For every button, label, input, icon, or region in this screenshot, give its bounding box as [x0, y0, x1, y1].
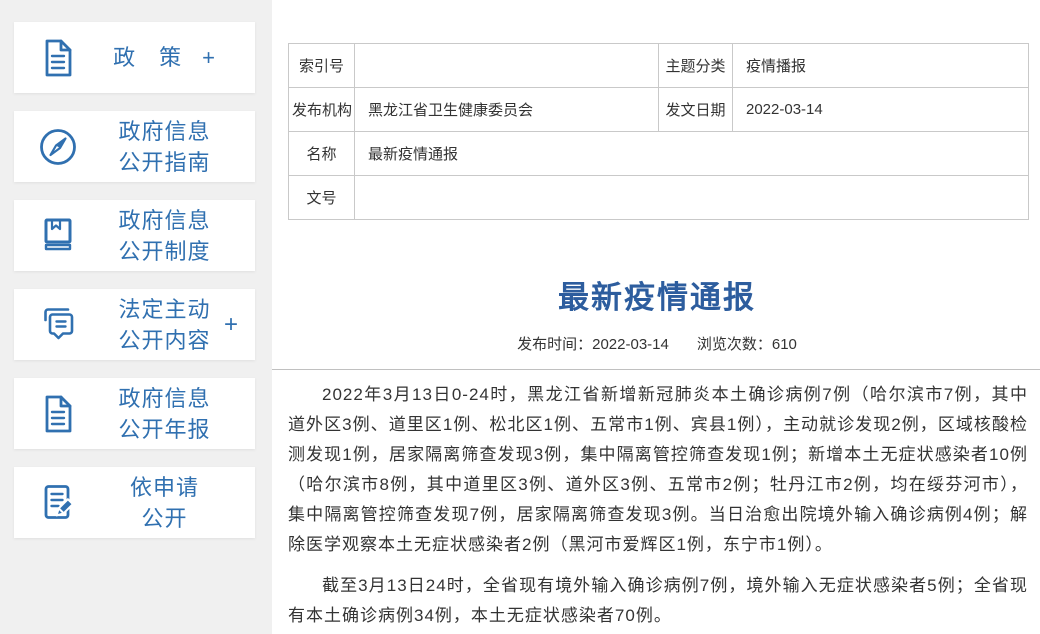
- article-meta: 发布时间：2022-03-14 浏览次数：610: [288, 333, 1026, 354]
- sidebar-item-statutory[interactable]: 法定主动 公开内容 +: [14, 289, 255, 360]
- document-pen-icon: [36, 481, 80, 525]
- topic-category-value: 疫情播报: [733, 44, 1029, 88]
- sidebar-item-annual-report[interactable]: 政府信息 公开年报: [14, 378, 255, 449]
- name-label: 名称: [289, 132, 355, 176]
- sidebar-item-system[interactable]: 政府信息 公开制度: [14, 200, 255, 271]
- sidebar-item-label: 政府信息 公开指南: [80, 116, 249, 178]
- chat-bubbles-icon: [36, 303, 80, 347]
- page-title: 最新疫情通报: [288, 280, 1026, 316]
- table-row: 名称 最新疫情通报: [289, 132, 1029, 176]
- index-number-value: [355, 44, 659, 88]
- name-value: 最新疫情通报: [355, 132, 1029, 176]
- doc-number-label: 文号: [289, 176, 355, 220]
- sidebar-item-text: 公开制度: [118, 236, 210, 267]
- table-row: 索引号 主题分类 疫情播报: [289, 44, 1029, 88]
- book-icon: [36, 214, 80, 258]
- document-icon: [36, 36, 80, 80]
- divider: [272, 369, 1040, 370]
- table-row: 发布机构 黑龙江省卫生健康委员会 发文日期 2022-03-14: [289, 88, 1029, 132]
- issue-date-label: 发文日期: [659, 88, 733, 132]
- sidebar: 政 策 + 政府信息 公开指南: [0, 0, 272, 634]
- publisher-value: 黑龙江省卫生健康委员会: [355, 88, 659, 132]
- sidebar-item-text: 公开内容: [118, 325, 210, 356]
- table-row: 文号: [289, 176, 1029, 220]
- sidebar-item-text: 公开年报: [118, 414, 210, 445]
- expand-plus-icon: +: [202, 42, 216, 73]
- sidebar-item-label: 政府信息 公开年报: [80, 383, 249, 445]
- publish-time-value: 2022-03-14: [592, 336, 669, 353]
- sidebar-item-text: 公开: [141, 503, 187, 534]
- sidebar-item-label: 依申请 公开: [80, 472, 249, 534]
- index-number-label: 索引号: [289, 44, 355, 88]
- topic-category-label: 主题分类: [659, 44, 733, 88]
- sidebar-item-policy[interactable]: 政 策 +: [14, 22, 255, 93]
- sidebar-item-guide[interactable]: 政府信息 公开指南: [14, 111, 255, 182]
- sidebar-item-label: 政府信息 公开制度: [80, 205, 249, 267]
- expand-plus-icon: +: [224, 311, 238, 339]
- page: 政 策 + 政府信息 公开指南: [0, 0, 1040, 634]
- document-icon: [36, 392, 80, 436]
- sidebar-item-text: 政 策: [113, 42, 182, 73]
- sidebar-item-label: 政 策 +: [80, 42, 249, 73]
- article-paragraph: 截至3月13日24时，全省现有境外输入确诊病例7例，境外输入无症状感染者5例；全…: [288, 571, 1028, 631]
- issue-date-value: 2022-03-14: [733, 88, 1029, 132]
- sidebar-item-text: 依申请: [130, 472, 199, 503]
- article-body: 2022年3月13日0-24时，黑龙江省新增新冠肺炎本土确诊病例7例（哈尔滨市7…: [288, 380, 1028, 631]
- info-table: 索引号 主题分类 疫情播报 发布机构 黑龙江省卫生健康委员会 发文日期 2022…: [288, 43, 1029, 220]
- sidebar-item-text: 法定主动: [118, 294, 210, 325]
- publish-time-label: 发布时间：: [517, 336, 592, 353]
- sidebar-item-apply-disclosure[interactable]: 依申请 公开: [14, 467, 255, 538]
- publisher-label: 发布机构: [289, 88, 355, 132]
- article-paragraph: 2022年3月13日0-24时，黑龙江省新增新冠肺炎本土确诊病例7例（哈尔滨市7…: [288, 380, 1028, 560]
- doc-number-value: [355, 176, 1029, 220]
- view-count-label: 浏览次数：: [697, 336, 772, 353]
- sidebar-item-text: 公开指南: [118, 147, 210, 178]
- view-count-value: 610: [772, 336, 797, 353]
- sidebar-item-text: 政府信息: [118, 383, 210, 414]
- compass-icon: [36, 125, 80, 169]
- main-content: 索引号 主题分类 疫情播报 发布机构 黑龙江省卫生健康委员会 发文日期 2022…: [272, 0, 1040, 634]
- sidebar-item-text: 政府信息: [118, 205, 210, 236]
- sidebar-item-text: 政府信息: [118, 116, 210, 147]
